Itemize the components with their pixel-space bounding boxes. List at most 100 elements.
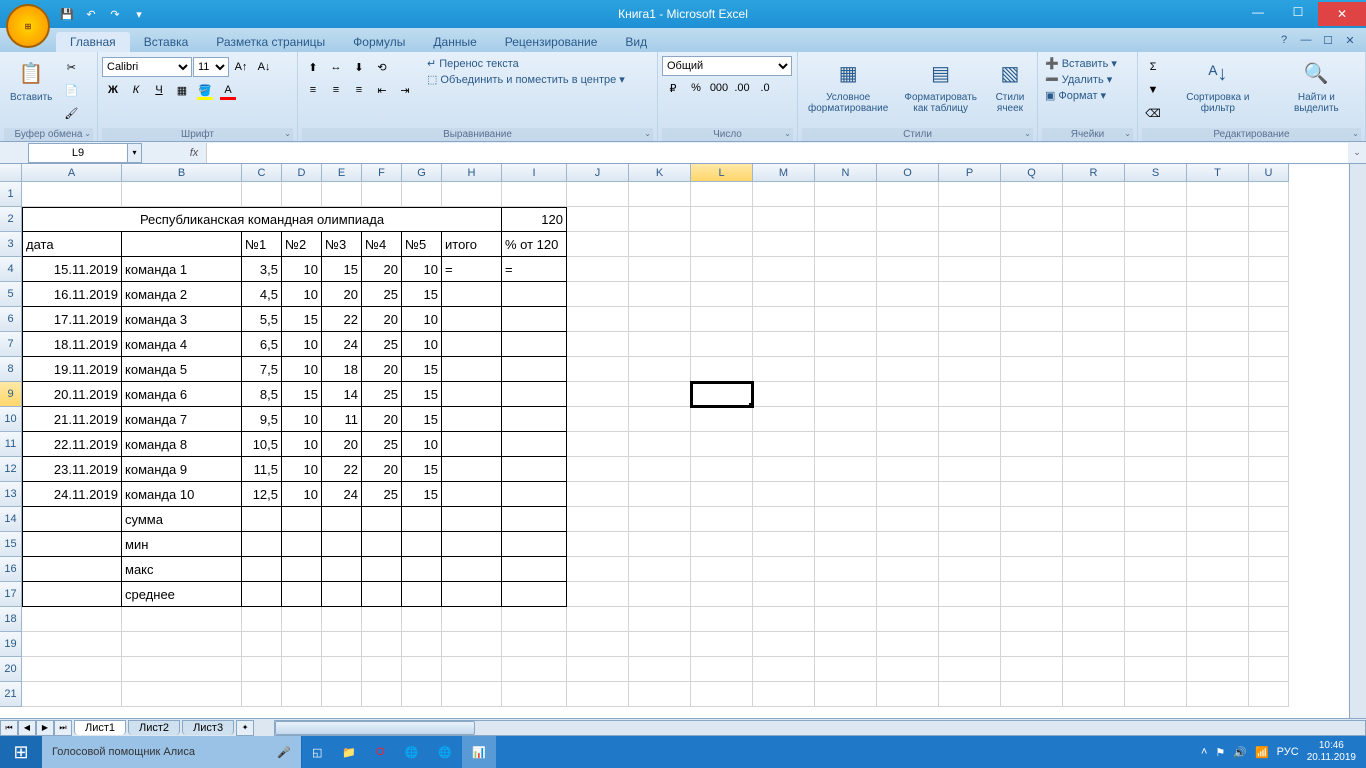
cell-E6[interactable]: 22 xyxy=(322,307,362,332)
cell-O21[interactable] xyxy=(877,682,939,707)
sheet-tab-Лист3[interactable]: Лист3 xyxy=(182,720,234,735)
cell-L13[interactable] xyxy=(691,482,753,507)
cell-G19[interactable] xyxy=(402,632,442,657)
col-header-G[interactable]: G xyxy=(402,164,442,182)
minimize-button[interactable]: — xyxy=(1238,2,1278,22)
cell-K13[interactable] xyxy=(629,482,691,507)
cell-B16[interactable]: макс xyxy=(122,557,242,582)
col-header-R[interactable]: R xyxy=(1063,164,1125,182)
tray-flag-icon[interactable]: ⚑ xyxy=(1215,746,1225,759)
insert-cells-button[interactable]: ➕Вставить▾ xyxy=(1042,56,1120,71)
cell-F6[interactable]: 20 xyxy=(362,307,402,332)
cell-A21[interactable] xyxy=(22,682,122,707)
cell-A13[interactable]: 24.11.2019 xyxy=(22,482,122,507)
cell-U4[interactable] xyxy=(1249,257,1289,282)
cell-N7[interactable] xyxy=(815,332,877,357)
cell-H12[interactable] xyxy=(442,457,502,482)
cell-T2[interactable] xyxy=(1187,207,1249,232)
col-header-U[interactable]: U xyxy=(1249,164,1289,182)
cell-K5[interactable] xyxy=(629,282,691,307)
close-button[interactable]: ✕ xyxy=(1318,2,1366,26)
format-painter-icon[interactable]: 🖌 xyxy=(60,102,82,124)
cell-G7[interactable]: 10 xyxy=(402,332,442,357)
cell-K10[interactable] xyxy=(629,407,691,432)
cell-F12[interactable]: 20 xyxy=(362,457,402,482)
cell-A3[interactable]: дата xyxy=(22,232,122,257)
cell-A14[interactable] xyxy=(22,507,122,532)
cell-F5[interactable]: 25 xyxy=(362,282,402,307)
cell-C14[interactable] xyxy=(242,507,282,532)
cell-S10[interactable] xyxy=(1125,407,1187,432)
cell-B14[interactable]: сумма xyxy=(122,507,242,532)
font-size-select[interactable]: 11 xyxy=(193,57,229,77)
cell-S16[interactable] xyxy=(1125,557,1187,582)
cell-D13[interactable]: 10 xyxy=(282,482,322,507)
cell-O12[interactable] xyxy=(877,457,939,482)
cell-O3[interactable] xyxy=(877,232,939,257)
cell-L16[interactable] xyxy=(691,557,753,582)
cell-I5[interactable] xyxy=(502,282,567,307)
cell-P21[interactable] xyxy=(939,682,1001,707)
cell-R21[interactable] xyxy=(1063,682,1125,707)
cell-E19[interactable] xyxy=(322,632,362,657)
cell-S19[interactable] xyxy=(1125,632,1187,657)
cell-Q6[interactable] xyxy=(1001,307,1063,332)
cell-E13[interactable]: 24 xyxy=(322,482,362,507)
cell-H8[interactable] xyxy=(442,357,502,382)
cell-U12[interactable] xyxy=(1249,457,1289,482)
cell-S20[interactable] xyxy=(1125,657,1187,682)
cell-T18[interactable] xyxy=(1187,607,1249,632)
cell-U14[interactable] xyxy=(1249,507,1289,532)
cell-Q17[interactable] xyxy=(1001,582,1063,607)
cell-K16[interactable] xyxy=(629,557,691,582)
cell-G18[interactable] xyxy=(402,607,442,632)
cell-R16[interactable] xyxy=(1063,557,1125,582)
cell-U13[interactable] xyxy=(1249,482,1289,507)
cell-C20[interactable] xyxy=(242,657,282,682)
cell-G15[interactable] xyxy=(402,532,442,557)
cell-M6[interactable] xyxy=(753,307,815,332)
cell-H14[interactable] xyxy=(442,507,502,532)
cell-O20[interactable] xyxy=(877,657,939,682)
cell-S2[interactable] xyxy=(1125,207,1187,232)
cell-G6[interactable]: 10 xyxy=(402,307,442,332)
save-icon[interactable]: 💾 xyxy=(58,5,76,23)
cell-H7[interactable] xyxy=(442,332,502,357)
cell-B6[interactable]: команда 3 xyxy=(122,307,242,332)
cell-G20[interactable] xyxy=(402,657,442,682)
cell-A17[interactable] xyxy=(22,582,122,607)
cut-icon[interactable]: ✂ xyxy=(60,56,82,78)
sheet-nav-last[interactable]: ⏭ xyxy=(54,720,72,736)
taskbar-app-taskview[interactable]: ◱ xyxy=(302,736,332,768)
start-button[interactable]: ⊞ xyxy=(0,736,42,768)
cell-R11[interactable] xyxy=(1063,432,1125,457)
cell-D12[interactable]: 10 xyxy=(282,457,322,482)
cell-P17[interactable] xyxy=(939,582,1001,607)
tray-chevron-icon[interactable]: ˄ xyxy=(1201,746,1207,758)
cell-L15[interactable] xyxy=(691,532,753,557)
cell-E5[interactable]: 20 xyxy=(322,282,362,307)
cell-C13[interactable]: 12,5 xyxy=(242,482,282,507)
cell-G11[interactable]: 10 xyxy=(402,432,442,457)
cell-Q18[interactable] xyxy=(1001,607,1063,632)
cell-S15[interactable] xyxy=(1125,532,1187,557)
cell-E15[interactable] xyxy=(322,532,362,557)
tab-Вид[interactable]: Вид xyxy=(611,32,661,52)
cell-F16[interactable] xyxy=(362,557,402,582)
cell-O6[interactable] xyxy=(877,307,939,332)
cell-I13[interactable] xyxy=(502,482,567,507)
cell-E14[interactable] xyxy=(322,507,362,532)
cell-N6[interactable] xyxy=(815,307,877,332)
row-header-9[interactable]: 9 xyxy=(0,382,22,407)
cell-G16[interactable] xyxy=(402,557,442,582)
row-header-4[interactable]: 4 xyxy=(0,257,22,282)
col-header-H[interactable]: H xyxy=(442,164,502,182)
cell-P10[interactable] xyxy=(939,407,1001,432)
cell-M20[interactable] xyxy=(753,657,815,682)
cell-J10[interactable] xyxy=(567,407,629,432)
col-header-B[interactable]: B xyxy=(122,164,242,182)
cell-Q14[interactable] xyxy=(1001,507,1063,532)
cell-P15[interactable] xyxy=(939,532,1001,557)
cell-Q3[interactable] xyxy=(1001,232,1063,257)
tab-Вставка[interactable]: Вставка xyxy=(130,32,203,52)
